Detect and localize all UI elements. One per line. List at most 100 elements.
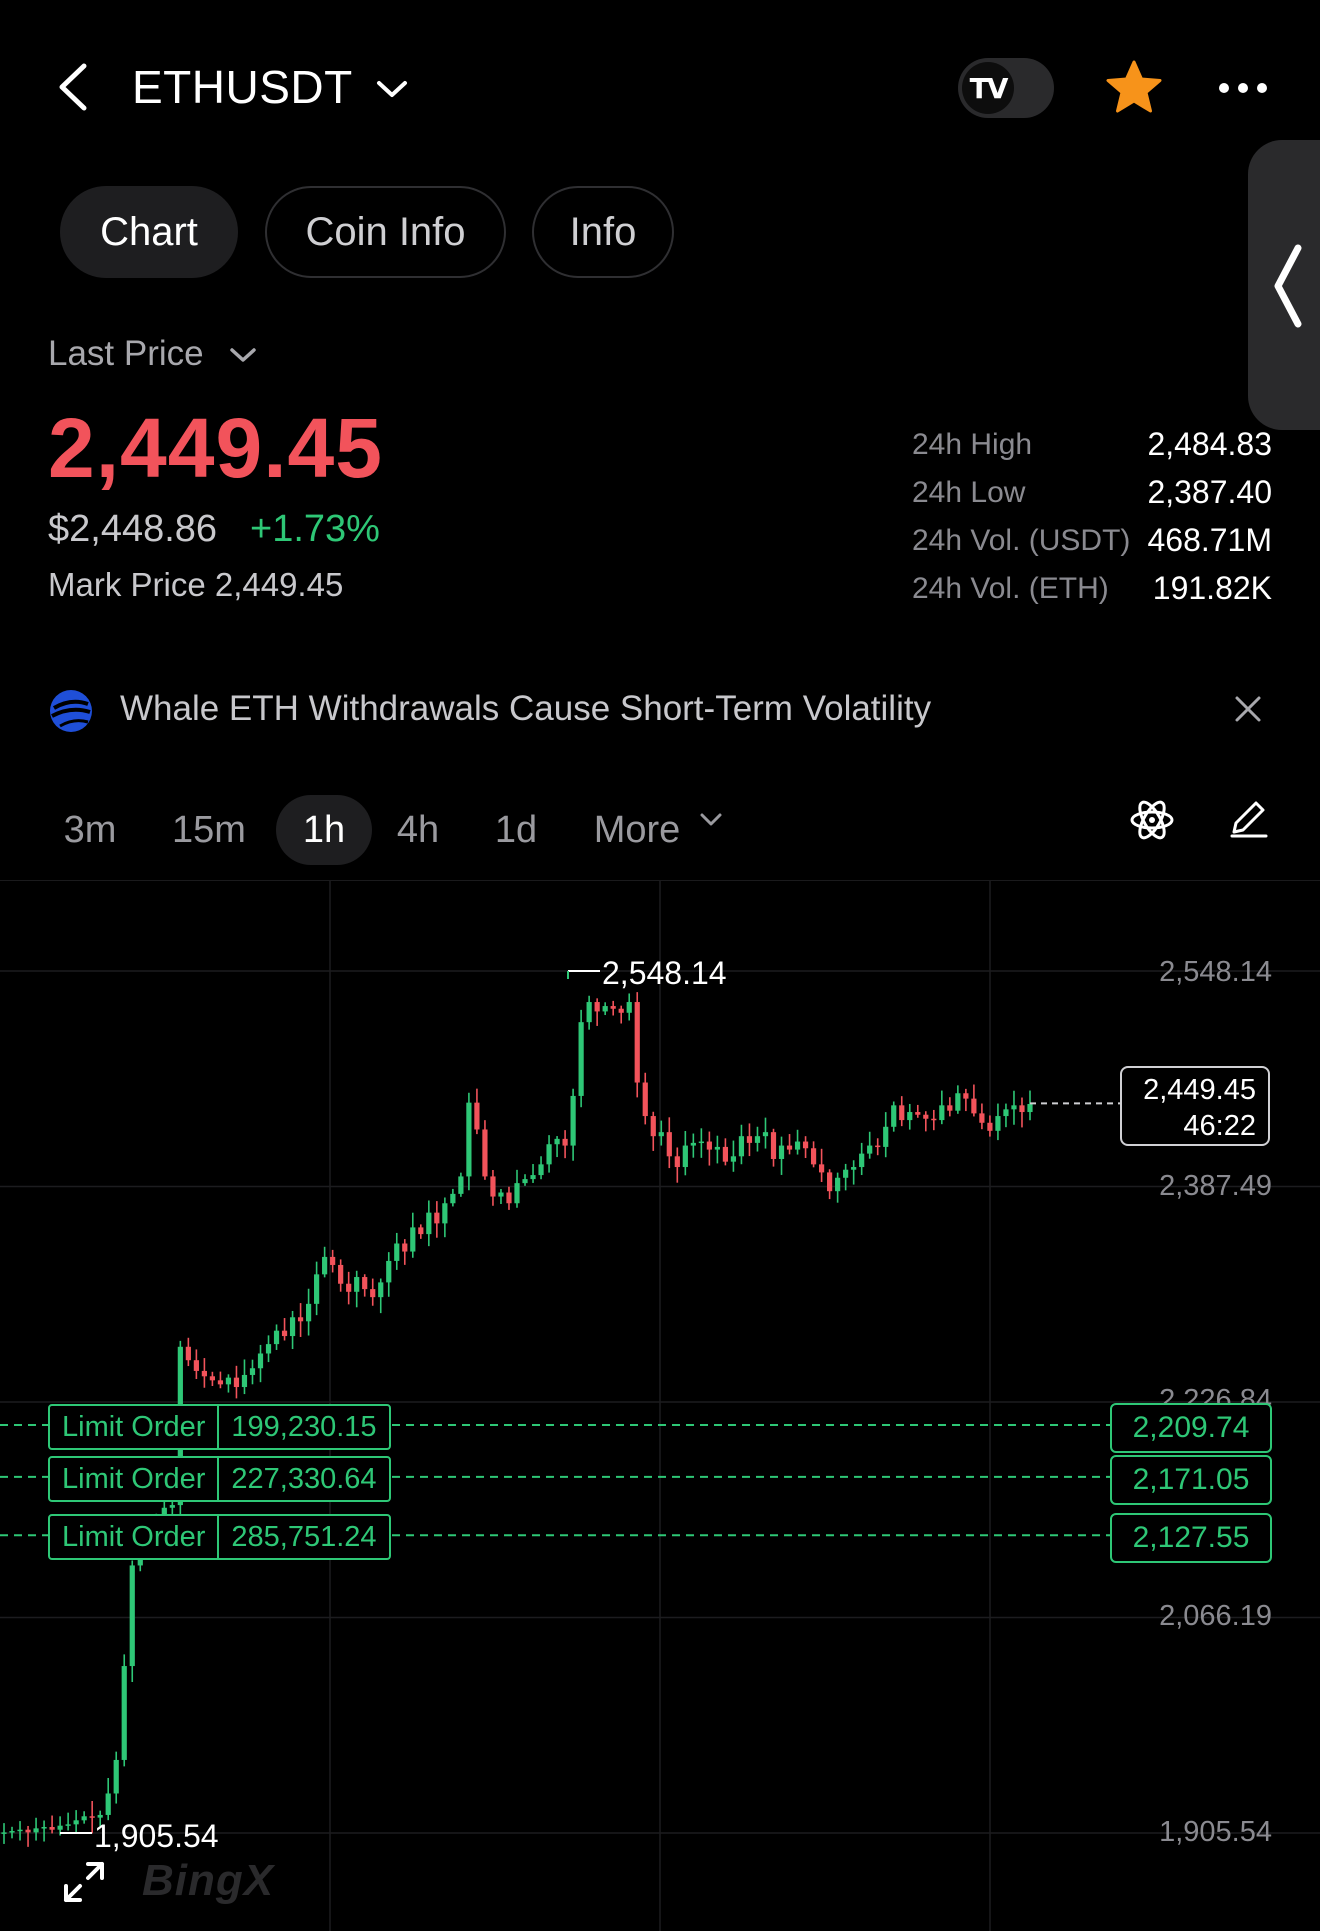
candle-body <box>794 1141 801 1150</box>
candle-body <box>762 1132 769 1137</box>
candle-body <box>682 1145 688 1168</box>
side-panel-toggle[interactable] <box>1248 140 1320 430</box>
tab-coin-info[interactable]: Coin Info <box>265 186 506 278</box>
candle-body <box>458 1176 464 1194</box>
candle-body <box>658 1132 664 1137</box>
limit-order-label: Limit Order <box>50 1458 220 1500</box>
close-icon[interactable] <box>1232 693 1264 725</box>
candle-body <box>506 1192 512 1204</box>
timeframe-3m[interactable]: 3m <box>48 795 132 865</box>
candle-body <box>346 1283 352 1292</box>
limit-order-amount: 285,751.24 <box>231 1520 377 1553</box>
bingx-watermark: BingX <box>142 1856 275 1905</box>
more-options-icon[interactable] <box>1218 78 1268 98</box>
chevron-down-icon[interactable] <box>228 343 258 367</box>
candle-body <box>610 1006 616 1009</box>
candle-body <box>474 1102 480 1130</box>
candle-body <box>394 1243 400 1261</box>
candle-body <box>778 1145 785 1159</box>
candle-body <box>722 1146 729 1162</box>
candle-body <box>410 1227 416 1252</box>
candle-body <box>322 1256 328 1275</box>
stat-value-24h-vol-eth: 191.82K <box>1152 570 1272 606</box>
usd-price: $2,448.86 <box>48 508 218 550</box>
favorite-star-icon[interactable] <box>1104 58 1164 118</box>
candle-body <box>305 1303 312 1322</box>
news-headline[interactable]: Whale ETH Withdrawals Cause Short-Term V… <box>120 689 931 729</box>
timeframe-1h[interactable]: 1h <box>276 795 372 865</box>
candle-body <box>626 1002 632 1013</box>
candle-body <box>754 1136 761 1143</box>
candle-body <box>201 1370 207 1377</box>
limit-order-tag[interactable]: Limit Order 199,230.15 <box>48 1404 391 1450</box>
limit-order-label: Limit Order <box>50 1406 220 1448</box>
candle-body <box>209 1376 216 1381</box>
chart-low-annotation: 1,905.54 <box>94 1818 219 1854</box>
tab-info[interactable]: Info <box>532 186 674 278</box>
limit-order-price-label[interactable]: 2,209.74 <box>1110 1403 1272 1453</box>
candle-body <box>570 1095 576 1146</box>
candle-body <box>939 1105 945 1121</box>
candle-body <box>730 1156 737 1162</box>
candle-body <box>25 1829 31 1833</box>
candle-body <box>818 1164 825 1173</box>
back-arrow-icon[interactable] <box>54 62 94 112</box>
candle-body <box>281 1330 288 1337</box>
symbol-title[interactable]: ETHUSDT <box>132 60 353 114</box>
indicators-atom-icon[interactable] <box>1128 796 1176 844</box>
candle-body <box>121 1666 127 1760</box>
timeframe-15m[interactable]: 15m <box>156 795 262 865</box>
candle-body <box>859 1153 865 1168</box>
candle-body <box>330 1256 336 1265</box>
candle-body <box>265 1344 272 1354</box>
timeframe-more[interactable]: More <box>582 795 692 865</box>
limit-order-price-label[interactable]: 2,171.05 <box>1110 1455 1272 1505</box>
candle-body <box>386 1260 392 1283</box>
candle-body <box>538 1164 544 1176</box>
timeframe-1d[interactable]: 1d <box>476 795 556 865</box>
current-price-value: 2,449.45 <box>1143 1074 1256 1106</box>
candle-body <box>674 1156 680 1168</box>
candle-body <box>297 1317 304 1322</box>
candle-body <box>49 1827 55 1830</box>
candle-body <box>586 1002 592 1023</box>
chevron-down-icon[interactable] <box>698 810 724 830</box>
limit-order-price-label[interactable]: 2,127.55 <box>1110 1513 1272 1563</box>
y-axis-label: 2,387.49 <box>1159 1170 1272 1202</box>
candle-body <box>931 1118 937 1121</box>
limit-order-tag[interactable]: Limit Order 227,330.64 <box>48 1456 391 1502</box>
candle-body <box>249 1368 256 1375</box>
price-type-selector[interactable]: Last Price <box>48 334 204 374</box>
limit-order-label: Limit Order <box>50 1516 220 1558</box>
candle-body <box>554 1138 560 1145</box>
tradingview-toggle[interactable]: TV <box>958 58 1054 118</box>
candle-body <box>666 1132 672 1157</box>
candle-body <box>362 1277 368 1290</box>
candle-body <box>1011 1105 1017 1110</box>
candle-body <box>1 1832 7 1834</box>
candle-body <box>810 1148 817 1165</box>
candle-body <box>522 1179 528 1184</box>
candle-body <box>995 1116 1001 1131</box>
candle-body <box>650 1116 656 1137</box>
candle-body <box>514 1183 520 1204</box>
tab-chart[interactable]: Chart <box>60 186 238 278</box>
stat-value-24h-low: 2,387.40 <box>1147 474 1272 510</box>
candle-body <box>530 1175 536 1180</box>
candle-body <box>434 1212 440 1224</box>
limit-order-tag[interactable]: Limit Order 285,751.24 <box>48 1514 391 1560</box>
draw-pencil-icon[interactable] <box>1226 796 1270 840</box>
candle-body <box>578 1022 584 1096</box>
candle-body <box>827 1172 833 1192</box>
expand-fullscreen-icon[interactable] <box>62 1860 106 1904</box>
candle-body <box>602 1006 608 1012</box>
candle-body <box>490 1176 496 1197</box>
candle-body <box>738 1136 745 1157</box>
candle-body <box>1003 1109 1009 1117</box>
timeframe-4h[interactable]: 4h <box>384 795 452 865</box>
candle-body <box>129 1565 135 1667</box>
chevron-down-icon[interactable] <box>374 74 410 104</box>
candle-body <box>947 1105 953 1111</box>
candle-body <box>706 1141 712 1150</box>
chart-high-annotation: 2,548.14 <box>602 955 727 991</box>
